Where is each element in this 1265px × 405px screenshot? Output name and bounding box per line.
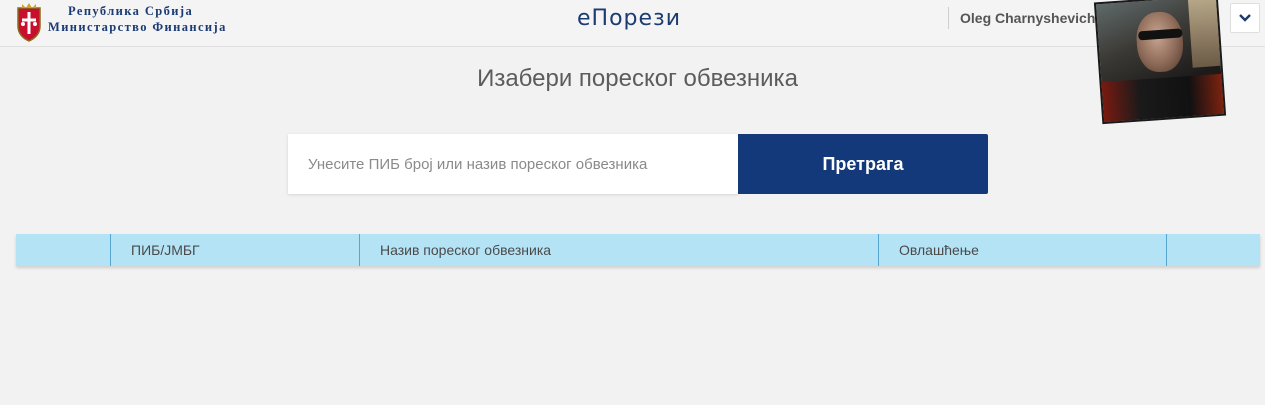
eporezi-logo[interactable]: еПорези — [577, 6, 681, 31]
ministry-name: Република Србија Министарство Финансија — [48, 3, 227, 35]
table-col-pib[interactable]: ПИБ/ЈМБГ — [111, 234, 360, 266]
webcam-background — [1187, 0, 1225, 68]
taxpayer-table-header: ПИБ/ЈМБГ Назив пореског обвезника Овлашћ… — [16, 234, 1260, 266]
header-divider — [948, 7, 949, 29]
table-col-empty — [16, 234, 111, 266]
page-title: Изабери пореског обвезника — [477, 65, 798, 92]
webcam-overlay — [1093, 0, 1227, 125]
table-col-authorization[interactable]: Овлашћење — [879, 234, 1167, 266]
top-header: Република Србија Министарство Финансија … — [0, 0, 1265, 125]
ministry-line-1: Република Србија — [68, 4, 194, 18]
search-button[interactable]: Претрага — [738, 134, 988, 194]
user-name[interactable]: Oleg Charnyshevich — [960, 10, 1095, 26]
chevron-down-icon — [1239, 14, 1251, 22]
ministry-line-2: Министарство Финансија — [48, 20, 227, 34]
user-menu-toggle-button[interactable] — [1230, 3, 1260, 33]
table-col-actions — [1167, 234, 1260, 266]
table-col-taxpayer-name[interactable]: Назив пореског обвезника — [360, 234, 879, 266]
taxpayer-search-input[interactable] — [288, 134, 738, 194]
serbian-coat-of-arms-icon — [17, 3, 41, 42]
